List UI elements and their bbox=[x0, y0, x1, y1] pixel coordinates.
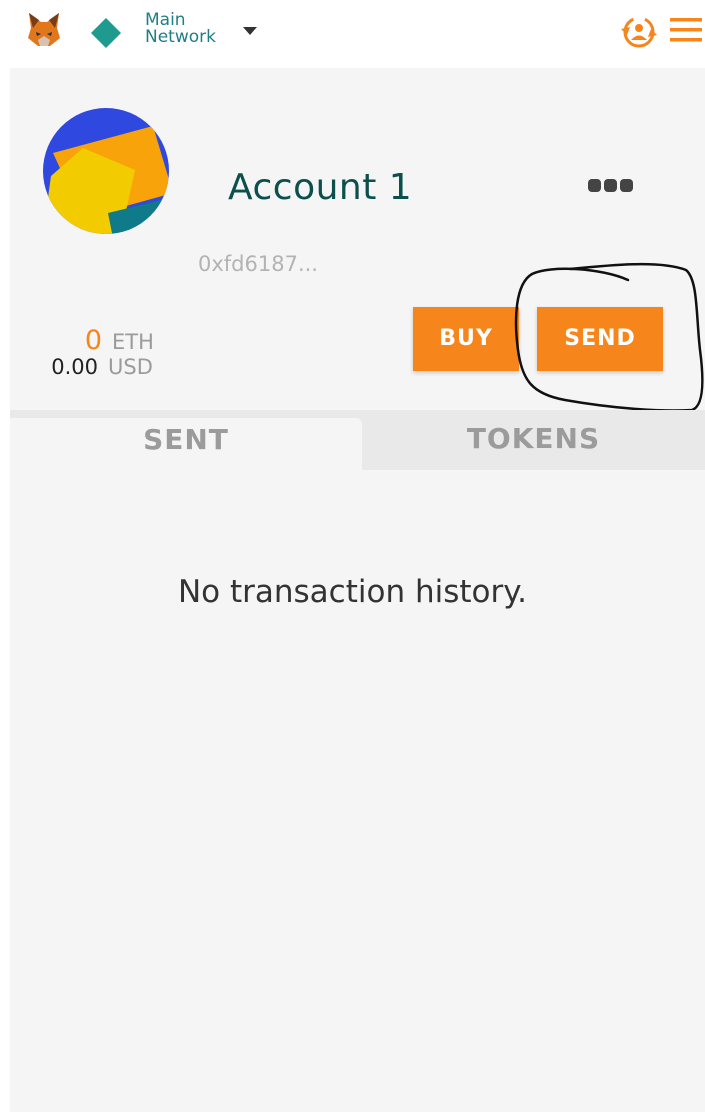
usd-balance-unit: USD bbox=[108, 355, 153, 379]
account-address[interactable]: 0xfd6187... bbox=[198, 250, 358, 278]
top-bar: Main Network bbox=[0, 0, 705, 68]
usd-balance-value: 0.00 bbox=[51, 355, 98, 379]
caret-down-icon[interactable] bbox=[242, 26, 258, 36]
eth-balance-value: 0 bbox=[84, 325, 102, 356]
account-name: Account 1 bbox=[228, 167, 413, 208]
hamburger-menu-icon[interactable] bbox=[668, 15, 704, 45]
empty-transaction-message: No transaction history. bbox=[177, 574, 528, 610]
network-diamond-icon[interactable] bbox=[90, 17, 122, 49]
account-switch-icon[interactable] bbox=[617, 12, 661, 52]
usd-balance: 0.00 USD bbox=[20, 355, 170, 381]
tab-sent[interactable]: SENT bbox=[10, 418, 362, 470]
eth-balance: 0 ETH bbox=[20, 325, 170, 356]
eth-balance-unit: ETH bbox=[112, 330, 154, 354]
more-dots-icon[interactable] bbox=[586, 176, 636, 196]
metamask-fox-icon[interactable] bbox=[24, 10, 64, 50]
tab-tokens[interactable]: TOKENS bbox=[362, 410, 705, 470]
network-line-2: Network bbox=[145, 27, 216, 47]
send-button[interactable]: SEND bbox=[537, 307, 663, 371]
buy-button[interactable]: BUY bbox=[413, 307, 519, 371]
activity-tabs: SENT TOKENS bbox=[10, 410, 705, 470]
network-name[interactable]: Main Network bbox=[145, 12, 245, 46]
account-avatar[interactable] bbox=[43, 108, 169, 234]
